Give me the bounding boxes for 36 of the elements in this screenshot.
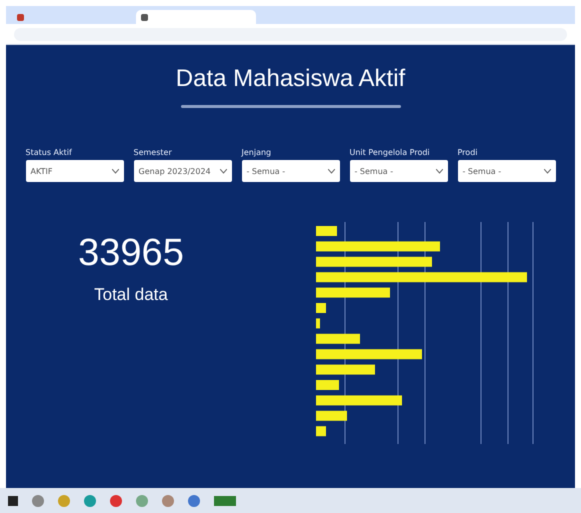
total-count: 33965 [78,232,184,275]
chart-bar [316,303,326,313]
filter-select[interactable]: - Semua - [458,160,556,182]
chevron-icon [436,168,442,174]
taskbar-app-icon[interactable] [188,494,200,506]
filter-label: Status Aktif [26,148,73,157]
chevron-icon [220,168,226,174]
taskbar-app-icon[interactable] [84,494,96,506]
start-icon[interactable] [8,496,18,506]
taskbar-app-icon[interactable] [162,494,174,506]
filter-label: Jenjang [242,148,272,157]
chart-bar [316,318,320,328]
taskbar-app-icon[interactable] [214,496,236,506]
page-title: Data Mahasiswa Aktif [176,65,406,93]
filter-select[interactable]: - Semua - [242,160,340,182]
filter-label: Unit Pengelola Prodi [350,148,431,157]
taskbar-app-icon[interactable] [32,494,44,506]
taskbar-app-icon[interactable] [110,494,122,506]
filter-select[interactable]: AKTIF [26,160,124,182]
taskbar-app-icon[interactable] [136,494,148,506]
chevron-icon [112,168,118,174]
chart-bar [316,226,337,236]
filter-label: Semester [134,148,173,157]
total-caption: Total data [94,285,168,305]
taskbar-app-icon[interactable] [58,494,70,506]
chevron-icon [328,168,334,174]
chart-bar [316,426,326,436]
filter-select[interactable]: - Semua - [350,160,448,182]
chart-bar [316,410,347,421]
chevron-icon [544,168,550,174]
filter-label: Prodi [458,148,478,157]
filter-select[interactable]: Genap 2023/2024 [134,160,232,182]
browser-tab[interactable] [136,10,256,24]
chart-bar [316,334,360,344]
chart-bar [316,380,339,390]
chart-bar [316,364,375,375]
